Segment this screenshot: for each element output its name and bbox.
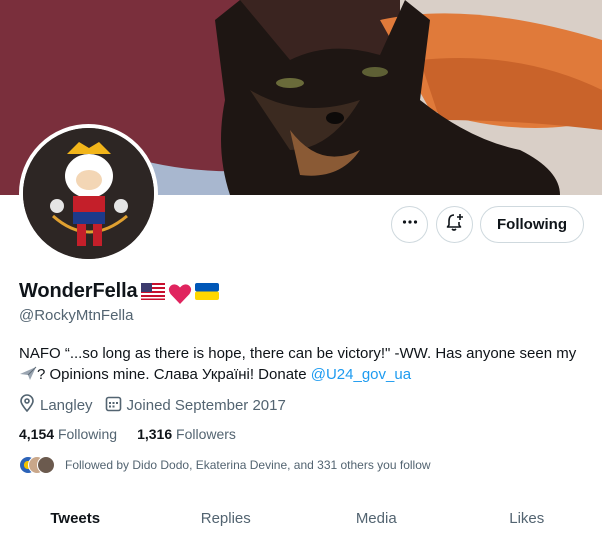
tab-likes[interactable]: Likes bbox=[452, 498, 602, 534]
location-item: Langley bbox=[19, 394, 93, 416]
following-count: 4,154 bbox=[19, 426, 55, 442]
tab-media[interactable]: Media bbox=[301, 498, 452, 534]
notifications-button[interactable] bbox=[436, 206, 473, 243]
joined-text: Joined September 2017 bbox=[126, 396, 286, 414]
following-label: Following bbox=[57, 426, 118, 442]
following-stat[interactable]: 4,154 Following bbox=[19, 426, 117, 442]
profile-meta: Langley Joined September 2017 bbox=[19, 394, 298, 416]
us-flag-icon bbox=[140, 283, 165, 300]
bio-link[interactable]: @U24_gov_ua bbox=[311, 366, 411, 383]
bio-text: NAFO “...so long as there is hope, there… bbox=[19, 345, 577, 362]
profile-avatar[interactable] bbox=[19, 124, 158, 263]
following-button[interactable]: Following bbox=[480, 206, 584, 243]
tab-replies[interactable]: Replies bbox=[151, 498, 302, 534]
location-text: Langley bbox=[40, 396, 93, 414]
profile-tabs: Tweets Replies Media Likes bbox=[0, 498, 602, 534]
calendar-icon bbox=[105, 395, 122, 416]
follower-avatar bbox=[37, 456, 55, 474]
followers-stat[interactable]: 1,316 Followers bbox=[137, 426, 236, 442]
tab-tweets[interactable]: Tweets bbox=[0, 498, 151, 534]
ukraine-flag-icon bbox=[194, 283, 219, 300]
airplane-icon bbox=[19, 365, 37, 381]
avatar-image bbox=[23, 128, 154, 259]
followers-label: Followers bbox=[176, 426, 236, 442]
bio-text-2: ? Opinions mine. Слава Україні! Donate bbox=[37, 366, 311, 383]
followed-by-avatars bbox=[19, 456, 55, 474]
profile-handle: @RockyMtnFella bbox=[19, 307, 134, 324]
joined-item: Joined September 2017 bbox=[105, 395, 286, 416]
more-options-button[interactable] bbox=[391, 206, 428, 243]
followers-count: 1,316 bbox=[137, 426, 173, 442]
location-pin-icon bbox=[19, 394, 35, 416]
red-heart-icon bbox=[168, 283, 192, 304]
notification-bell-plus-icon bbox=[445, 212, 465, 237]
followed-by-text: Followed by Dido Dodo, Ekaterina Devine,… bbox=[65, 458, 431, 472]
profile-stats: 4,154 Following 1,316 Followers bbox=[19, 426, 256, 442]
name-row: WonderFella bbox=[19, 280, 219, 304]
display-name: WonderFella bbox=[19, 280, 138, 302]
more-dots-icon bbox=[401, 213, 419, 236]
profile-bio: NAFO “...so long as there is hope, there… bbox=[19, 343, 589, 385]
followed-by-row[interactable]: Followed by Dido Dodo, Ekaterina Devine,… bbox=[19, 456, 431, 474]
